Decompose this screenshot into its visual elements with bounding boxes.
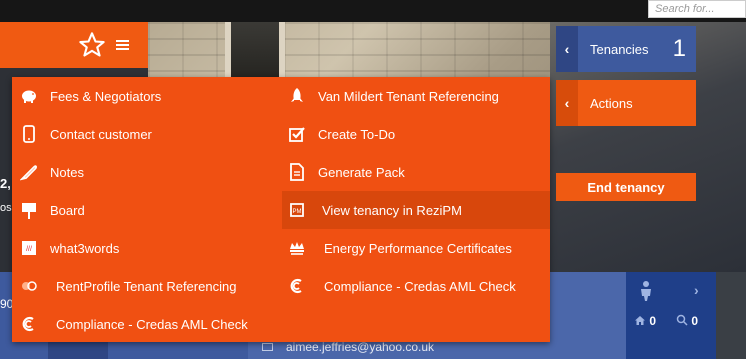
credas-icon [18, 313, 40, 335]
mobile-phone-icon [18, 123, 40, 145]
property-photo-window [225, 22, 285, 82]
rocket-icon [286, 85, 308, 107]
rezipm-icon: PM [286, 199, 308, 221]
top-bar [0, 0, 746, 22]
menu-item-label: Compliance - Credas AML Check [324, 278, 516, 294]
chevron-left-icon: ‹ [556, 26, 578, 72]
search-stat: 0 [676, 314, 698, 328]
menu-item-label: Fees & Negotiators [50, 88, 162, 104]
rentprofile-icon [18, 275, 40, 297]
svg-text:///: /// [26, 246, 32, 253]
menu-item-view-rezipm[interactable]: PM View tenancy in ReziPM [282, 191, 550, 229]
menu-item-rentprofile[interactable]: RentProfile Tenant Referencing [18, 267, 236, 305]
svg-text:PM: PM [293, 209, 302, 215]
board-sign-icon [18, 199, 40, 221]
tenancies-row[interactable]: ‹ Tenancies 1 [556, 26, 696, 72]
menu-item-contact-customer[interactable]: Contact customer [18, 115, 152, 153]
address-fragment: 2, [0, 176, 11, 191]
chevron-left-icon: ‹ [556, 80, 578, 126]
menu-item-label: Generate Pack [318, 164, 405, 180]
menu-item-label: Board [50, 202, 85, 218]
document-icon [286, 161, 308, 183]
chevron-right-icon[interactable]: › [694, 282, 699, 298]
search-icon [676, 314, 688, 326]
end-tenancy-button[interactable]: End tenancy [556, 173, 696, 201]
menu-item-fees-negotiators[interactable]: Fees & Negotiators [18, 77, 161, 115]
contact-email[interactable]: aimee.jeffries@yahoo.co.uk [286, 340, 434, 354]
actions-label: Actions [590, 95, 633, 111]
tenancies-label: Tenancies [590, 41, 649, 57]
feather-icon [18, 161, 40, 183]
menu-item-epc[interactable]: Energy Performance Certificates [286, 229, 550, 267]
what3words-icon: /// [18, 237, 40, 259]
govuk-crown-icon [286, 237, 308, 259]
search-input[interactable]: Search for... [648, 0, 746, 18]
address-fragment-small: os [0, 202, 12, 214]
menu-item-board[interactable]: Board [18, 191, 85, 229]
menu-item-what3words[interactable]: /// what3words [18, 229, 119, 267]
credas-icon [286, 275, 308, 297]
menu-item-label: View tenancy in ReziPM [322, 202, 462, 218]
checkbox-icon [286, 123, 308, 145]
menu-item-label: what3words [50, 240, 120, 256]
tenancies-count: 1 [672, 35, 686, 62]
menu-item-label: Notes [50, 164, 84, 180]
home-icon [635, 316, 645, 325]
menu-item-notes[interactable]: Notes [18, 153, 84, 191]
actions-row[interactable]: ‹ Actions [556, 80, 696, 126]
menu-item-van-mildert[interactable]: Van Mildert Tenant Referencing [286, 77, 550, 115]
menu-item-label: Create To-Do [318, 126, 396, 142]
menu-item-generate-pack[interactable]: Generate Pack [286, 153, 550, 191]
menu-item-create-todo[interactable]: Create To-Do [286, 115, 550, 153]
actions-menu: Fees & Negotiators Contact customer Note… [12, 77, 550, 342]
menu-item-credas-left[interactable]: Compliance - Credas AML Check [18, 305, 248, 343]
envelope-icon [262, 343, 273, 351]
menu-icon[interactable] [116, 40, 129, 50]
menu-item-label: Compliance - Credas AML Check [56, 316, 248, 332]
menu-item-label: RentProfile Tenant Referencing [56, 278, 237, 294]
menu-item-label: Van Mildert Tenant Referencing [318, 88, 499, 104]
search-count: 0 [691, 314, 699, 328]
menu-item-label: Energy Performance Certificates [324, 240, 512, 256]
star-icon[interactable] [78, 31, 106, 59]
home-stat: 0 [634, 314, 656, 328]
home-count: 0 [649, 314, 657, 328]
menu-item-label: Contact customer [50, 126, 152, 142]
piggy-bank-icon [18, 85, 40, 107]
menu-item-credas-right[interactable]: Compliance - Credas AML Check [286, 267, 550, 305]
person-icon [641, 281, 651, 301]
